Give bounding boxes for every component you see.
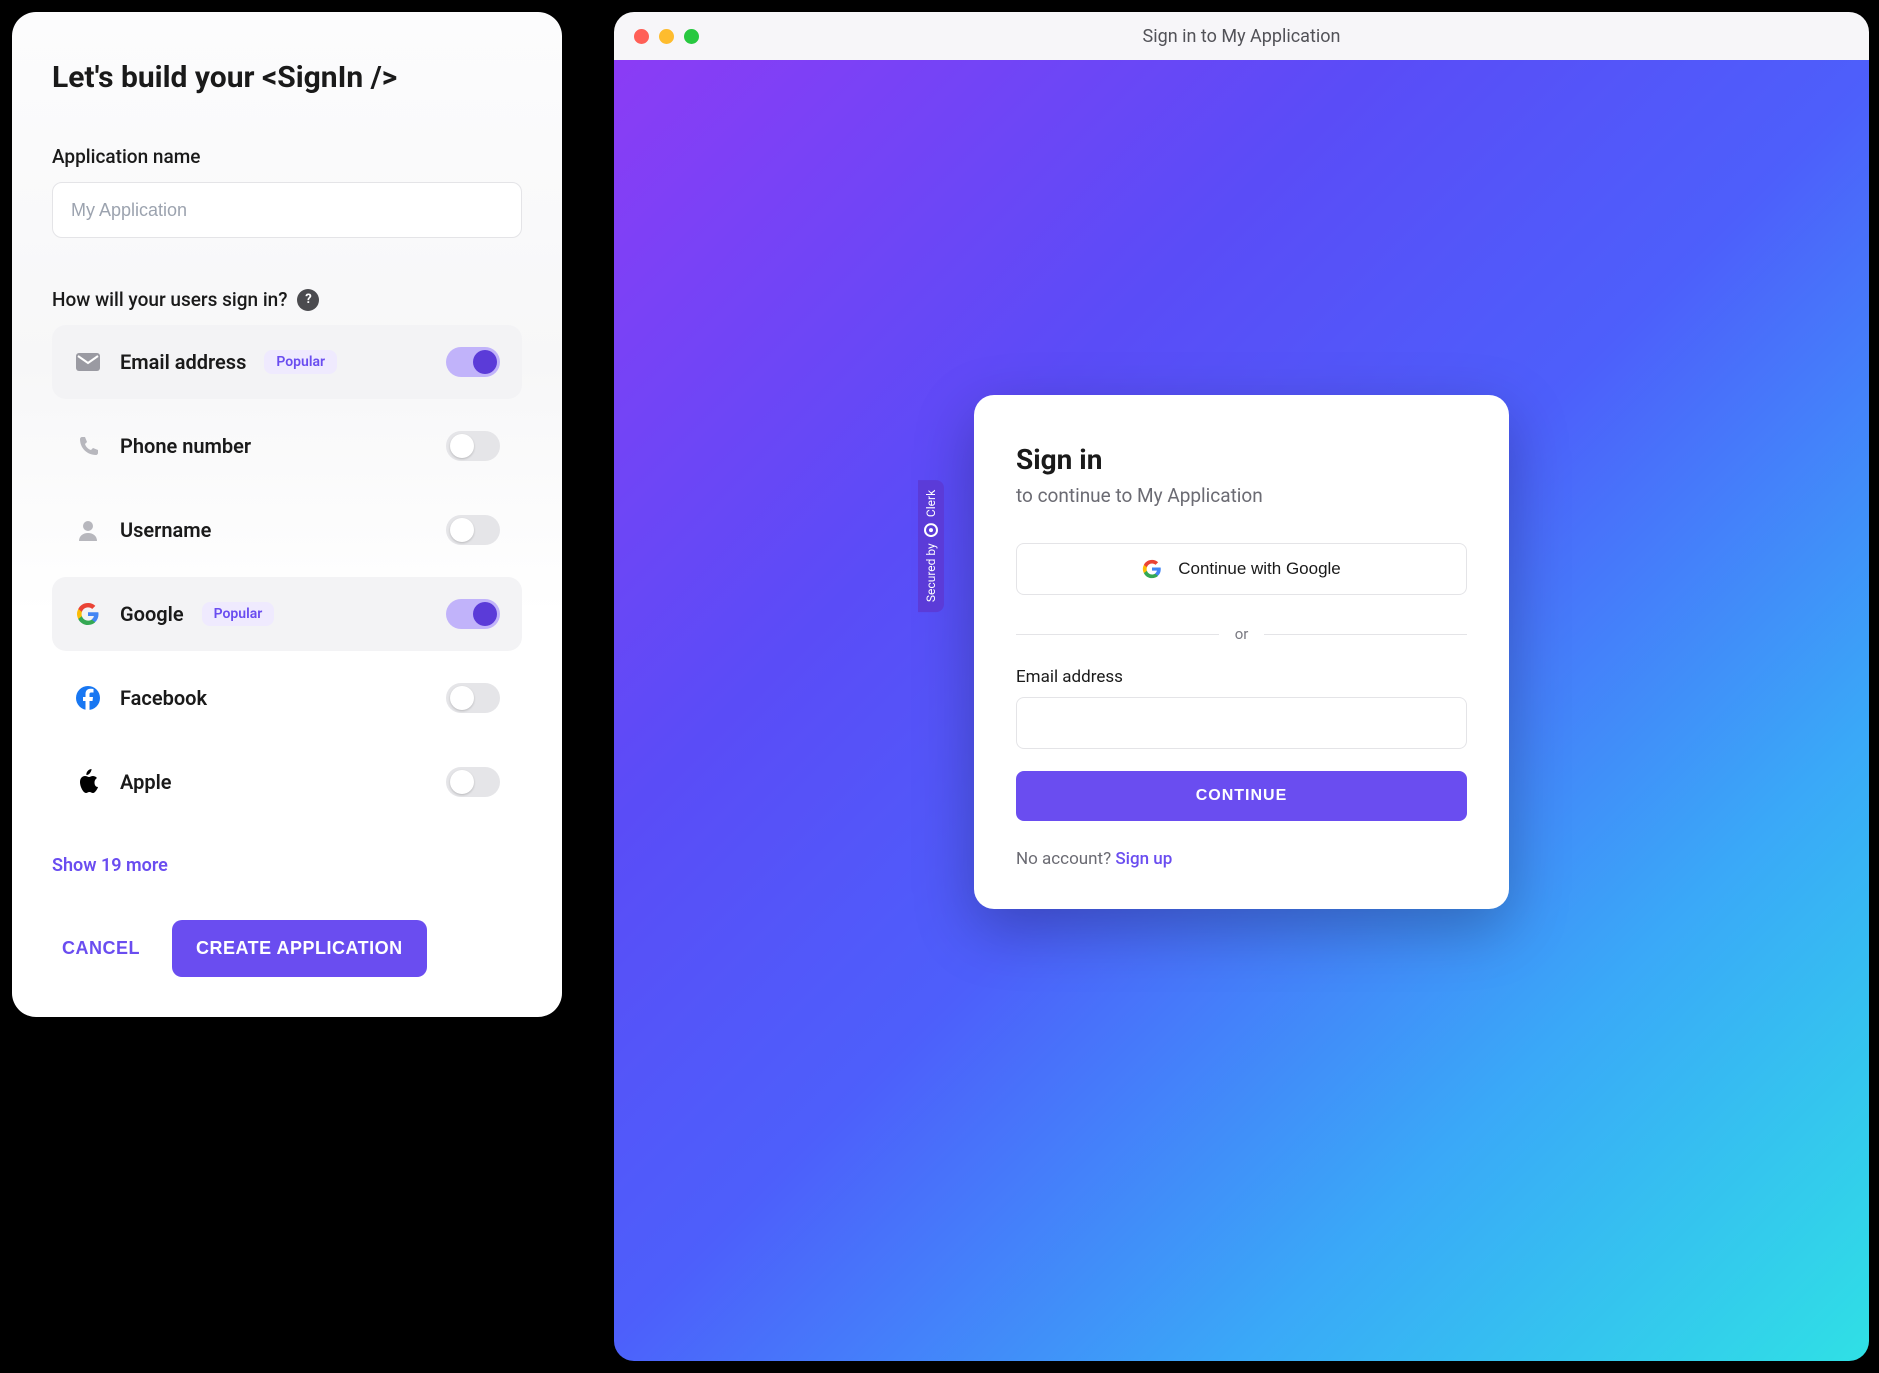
- email-input[interactable]: [1016, 697, 1467, 749]
- option-facebook-toggle[interactable]: [446, 683, 500, 713]
- popular-badge: Popular: [202, 602, 275, 626]
- google-button-label: Continue with Google: [1178, 559, 1341, 579]
- help-icon[interactable]: ?: [297, 289, 319, 311]
- create-application-button[interactable]: CREATE APPLICATION: [172, 920, 427, 977]
- email-icon: [74, 348, 102, 376]
- signin-card: Sign in to continue to My Application Co…: [974, 395, 1509, 909]
- google-icon: [1142, 559, 1162, 579]
- option-phone-label: Phone number: [120, 434, 251, 458]
- signin-methods-label: How will your users sign in? ?: [52, 288, 522, 311]
- phone-icon: [74, 432, 102, 460]
- divider-line-icon: [1016, 634, 1219, 635]
- option-facebook-label: Facebook: [120, 686, 207, 710]
- option-phone[interactable]: Phone number: [52, 409, 522, 483]
- signin-title: Sign in: [1016, 443, 1467, 476]
- signup-link[interactable]: Sign up: [1115, 849, 1172, 869]
- option-google[interactable]: Google Popular: [52, 577, 522, 651]
- signin-subtitle: to continue to My Application: [1016, 484, 1467, 507]
- google-icon: [74, 600, 102, 628]
- option-username[interactable]: Username: [52, 493, 522, 567]
- user-icon: [74, 516, 102, 544]
- preview-background: Sign in to continue to My Application Co…: [614, 60, 1869, 1361]
- builder-title: Let's build your <SignIn />: [52, 60, 522, 95]
- clerk-icon: [924, 523, 938, 537]
- option-phone-toggle[interactable]: [446, 431, 500, 461]
- or-text: or: [1235, 625, 1249, 643]
- option-google-label: Google: [120, 602, 184, 626]
- no-account-label: No account?: [1016, 849, 1115, 869]
- cancel-button[interactable]: CANCEL: [52, 924, 150, 973]
- popular-badge: Popular: [264, 350, 337, 374]
- show-more-link[interactable]: Show 19 more: [52, 855, 168, 876]
- option-apple-label: Apple: [120, 770, 172, 794]
- email-label: Email address: [1016, 667, 1467, 687]
- option-apple-toggle[interactable]: [446, 767, 500, 797]
- divider-line-icon: [1264, 634, 1467, 635]
- option-email[interactable]: Email address Popular: [52, 325, 522, 399]
- window-chrome: Sign in to My Application: [614, 12, 1869, 60]
- option-username-label: Username: [120, 518, 211, 542]
- option-apple[interactable]: Apple: [52, 745, 522, 819]
- continue-button[interactable]: CONTINUE: [1016, 771, 1467, 821]
- secured-by-badge: Secured by Clerk: [918, 480, 944, 612]
- secured-brand: Clerk: [924, 490, 938, 517]
- option-email-toggle[interactable]: [446, 347, 500, 377]
- app-name-input[interactable]: [52, 182, 522, 238]
- apple-icon: [74, 768, 102, 796]
- option-email-label: Email address: [120, 350, 246, 374]
- option-facebook[interactable]: Facebook: [52, 661, 522, 735]
- option-google-toggle[interactable]: [446, 599, 500, 629]
- window-title: Sign in to My Application: [614, 26, 1869, 47]
- app-name-label: Application name: [52, 145, 522, 168]
- signin-methods-text: How will your users sign in?: [52, 288, 287, 311]
- options-list: Email address Popular Phone number Usern…: [52, 325, 522, 819]
- continue-with-google-button[interactable]: Continue with Google: [1016, 543, 1467, 595]
- builder-buttons: CANCEL CREATE APPLICATION: [52, 920, 522, 977]
- builder-panel: Let's build your <SignIn /> Application …: [12, 12, 562, 1017]
- facebook-icon: [74, 684, 102, 712]
- or-divider: or: [1016, 625, 1467, 643]
- preview-window: Sign in to My Application Sign in to con…: [614, 12, 1869, 1361]
- secured-by-text: Secured by: [924, 543, 938, 602]
- option-username-toggle[interactable]: [446, 515, 500, 545]
- no-account-text: No account? Sign up: [1016, 849, 1467, 869]
